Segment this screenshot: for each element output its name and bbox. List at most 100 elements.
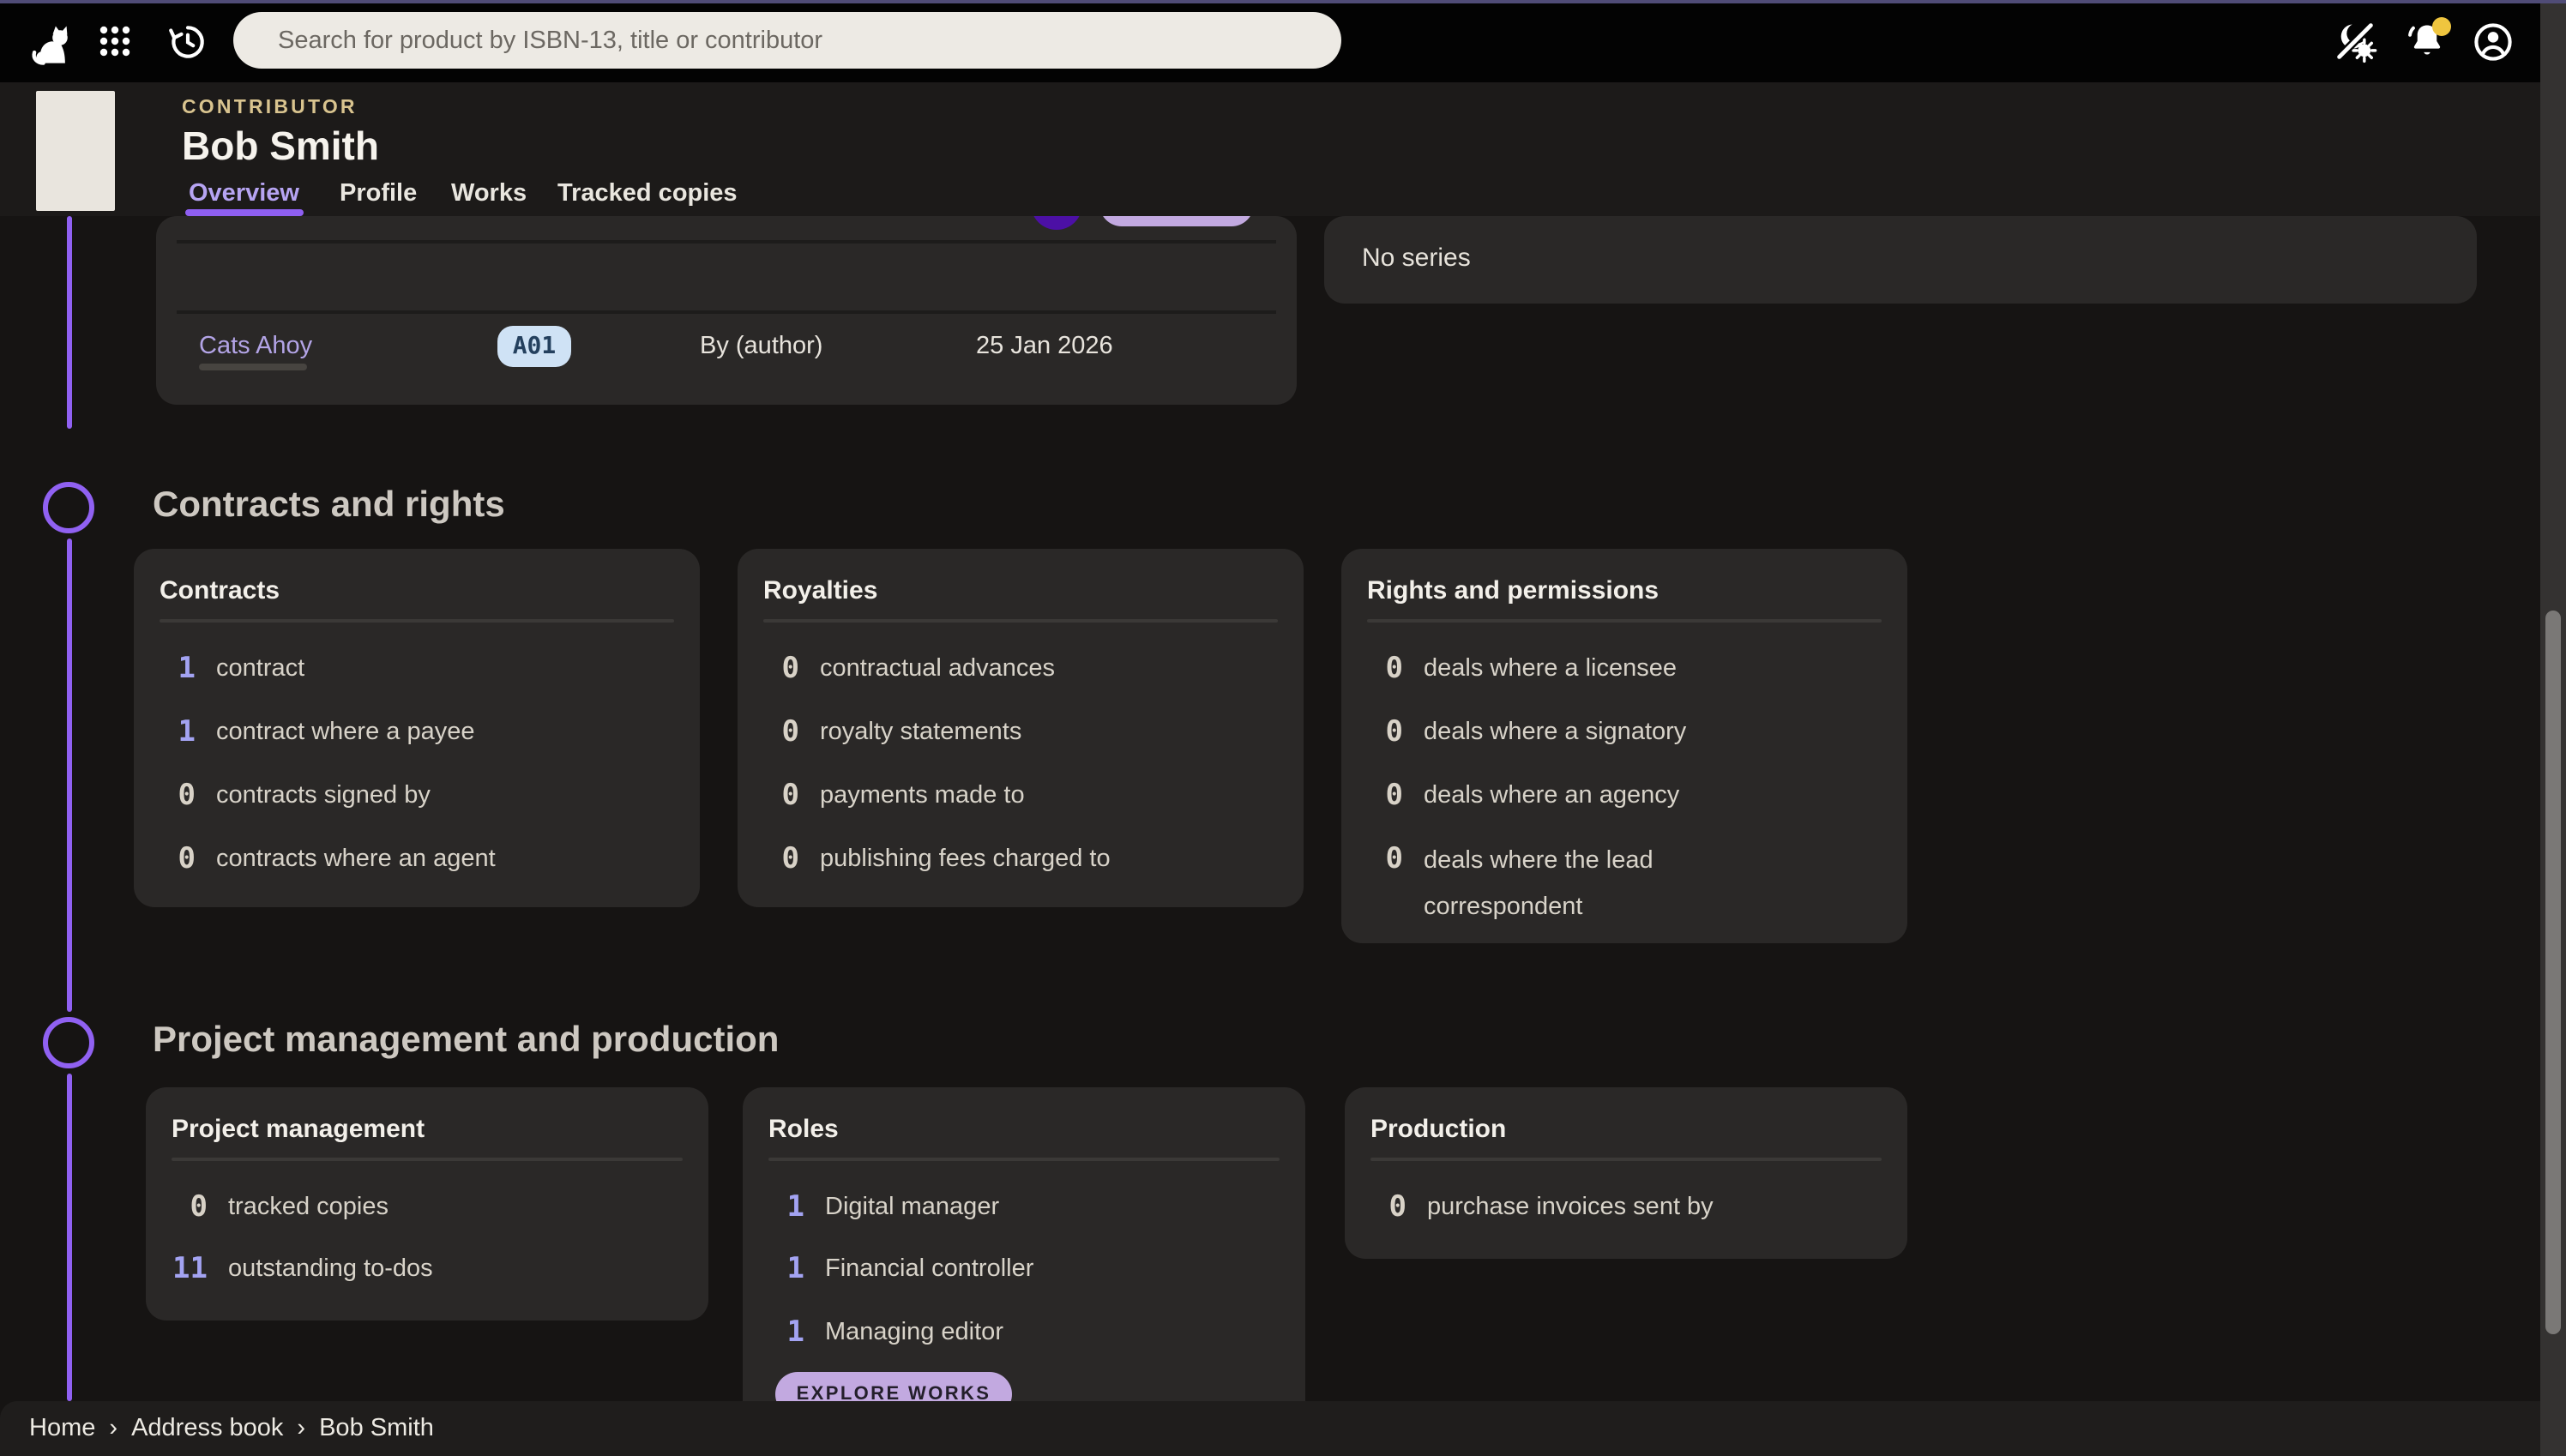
scrollbar-thumb[interactable] — [2545, 611, 2561, 1334]
card-title: Production — [1370, 1115, 1506, 1144]
stat-count: 0 — [1365, 839, 1403, 880]
stat-count: 0 — [1365, 712, 1403, 753]
contributor-header: CONTRIBUTOR Bob Smith Overview Profile W… — [0, 82, 2566, 216]
history-icon[interactable] — [166, 21, 209, 63]
stat-label: deals where the lead correspondent — [1424, 839, 1729, 931]
contributor-avatar — [36, 91, 115, 211]
stat-label: contract where a payee — [216, 712, 474, 753]
app-grid-icon[interactable] — [99, 26, 130, 57]
breadcrumb-separator: › — [297, 1415, 305, 1442]
stat-count: 1 — [158, 712, 196, 753]
stat-label: deals where an agency — [1424, 775, 1679, 816]
stat-count: 0 — [158, 839, 196, 880]
scrollbar-track[interactable] — [2540, 3, 2566, 1456]
card-title: Rights and permissions — [1367, 576, 1659, 605]
stat-row[interactable]: 0 contractual advances — [738, 648, 1055, 689]
roles-card: Roles 1 Digital manager 1 Financial cont… — [743, 1087, 1305, 1430]
stat-row[interactable]: 11 outstanding to-dos — [146, 1248, 433, 1290]
stat-row[interactable]: 0 payments made to — [738, 775, 1025, 816]
cat-logo-icon[interactable] — [27, 22, 74, 72]
work-sequence-badge: A01 — [497, 326, 571, 367]
stat-row[interactable]: 0 contracts signed by — [134, 775, 431, 816]
stat-label: tracked copies — [228, 1187, 389, 1228]
search-input[interactable] — [233, 12, 1341, 69]
window-top-accent-line — [0, 0, 2566, 3]
stat-count: 0 — [762, 839, 799, 880]
stat-row[interactable]: 0 publishing fees charged to — [738, 839, 1111, 880]
stat-label: publishing fees charged to — [820, 839, 1111, 880]
account-icon[interactable] — [2472, 21, 2515, 63]
card-title: Royalties — [763, 576, 877, 605]
contracts-card: Contracts 1 contract 1 contract where a … — [134, 549, 700, 907]
card-title-divider — [1370, 1158, 1882, 1161]
stat-count: 0 — [1369, 1187, 1406, 1228]
stat-row[interactable]: 0 royalty statements — [738, 712, 1021, 753]
stat-count: 1 — [767, 1187, 804, 1228]
stat-label: purchase invoices sent by — [1427, 1187, 1714, 1228]
stat-label: Digital manager — [825, 1187, 999, 1228]
theme-toggle-icon[interactable] — [2333, 19, 2377, 63]
royalties-card: Royalties 0 contractual advances 0 royal… — [738, 549, 1304, 907]
card-title: Roles — [768, 1115, 839, 1144]
stat-label: Managing editor — [825, 1312, 1003, 1353]
timeline-node — [43, 1017, 94, 1068]
stat-count: 0 — [158, 775, 196, 816]
series-card: No series — [1324, 216, 2477, 304]
rights-permissions-card: Rights and permissions 0 deals where a l… — [1341, 549, 1907, 943]
work-role-cell: By (author) — [700, 333, 822, 360]
stat-count: 0 — [170, 1187, 208, 1228]
tab-tracked-copies[interactable]: Tracked copies — [557, 180, 738, 208]
works-summary-card: Cats Ahoy A01 By (author) 25 Jan 2026 — [156, 216, 1297, 405]
card-title: Contracts — [160, 576, 280, 605]
stat-row[interactable]: 1 Financial controller — [743, 1248, 1033, 1290]
timeline-segment — [66, 1074, 71, 1401]
stat-row[interactable]: 0 deals where a licensee — [1341, 648, 1677, 689]
tab-works[interactable]: Works — [451, 180, 527, 208]
stat-row[interactable]: 0 contracts where an agent — [134, 839, 496, 880]
card-title-divider — [763, 619, 1278, 623]
stat-label: contracts signed by — [216, 775, 431, 816]
stat-label: royalty statements — [820, 712, 1021, 753]
stat-row[interactable]: 0 purchase invoices sent by — [1345, 1187, 1714, 1228]
stat-count: 1 — [158, 648, 196, 689]
top-bar — [0, 0, 2566, 82]
stat-count: 0 — [1365, 775, 1403, 816]
tab-overview[interactable]: Overview — [189, 180, 299, 208]
series-empty-text: No series — [1362, 244, 1471, 273]
work-action-button[interactable] — [1099, 216, 1254, 226]
breadcrumb-bar: Home › Address book › Bob Smith — [0, 1401, 2540, 1456]
stat-label: outstanding to-dos — [228, 1248, 433, 1290]
stat-row[interactable]: 0 deals where an agency — [1341, 775, 1679, 816]
stat-count: 0 — [762, 775, 799, 816]
work-title-underline — [199, 364, 307, 370]
stat-row[interactable]: 0 deals where a signatory — [1341, 712, 1686, 753]
breadcrumb-separator: › — [109, 1415, 117, 1442]
work-date-cell: 25 Jan 2026 — [976, 333, 1113, 360]
card-title-divider — [1367, 619, 1882, 623]
stat-count: 0 — [762, 648, 799, 689]
breadcrumb-address-book[interactable]: Address book — [131, 1415, 283, 1442]
active-tab-underline — [185, 208, 304, 216]
stat-row[interactable]: 1 contract where a payee — [134, 712, 474, 753]
record-type-label: CONTRIBUTOR — [182, 98, 358, 118]
section-heading-project-management: Project management and production — [153, 1020, 779, 1062]
tab-profile[interactable]: Profile — [340, 180, 417, 208]
page-title: Bob Smith — [182, 123, 379, 170]
timeline-node — [43, 482, 94, 533]
stat-count: 0 — [1365, 648, 1403, 689]
breadcrumb-home[interactable]: Home — [29, 1415, 95, 1442]
card-title-divider — [768, 1158, 1280, 1161]
stat-count: 1 — [767, 1248, 804, 1290]
stat-row[interactable]: 1 Managing editor — [743, 1312, 1003, 1353]
stat-label: contractual advances — [820, 648, 1055, 689]
project-management-card: Project management 0 tracked copies 11 o… — [146, 1087, 708, 1321]
stat-label: deals where a signatory — [1424, 712, 1686, 753]
stat-row[interactable]: 1 Digital manager — [743, 1187, 999, 1228]
stat-row[interactable]: 0 deals where the lead correspondent — [1341, 839, 1729, 931]
stat-row[interactable]: 0 tracked copies — [146, 1187, 389, 1228]
notification-badge — [2432, 17, 2451, 36]
card-title-divider — [172, 1158, 683, 1161]
stat-row[interactable]: 1 contract — [134, 648, 304, 689]
stat-label: Financial controller — [825, 1248, 1033, 1290]
work-title-link[interactable]: Cats Ahoy — [199, 333, 312, 360]
